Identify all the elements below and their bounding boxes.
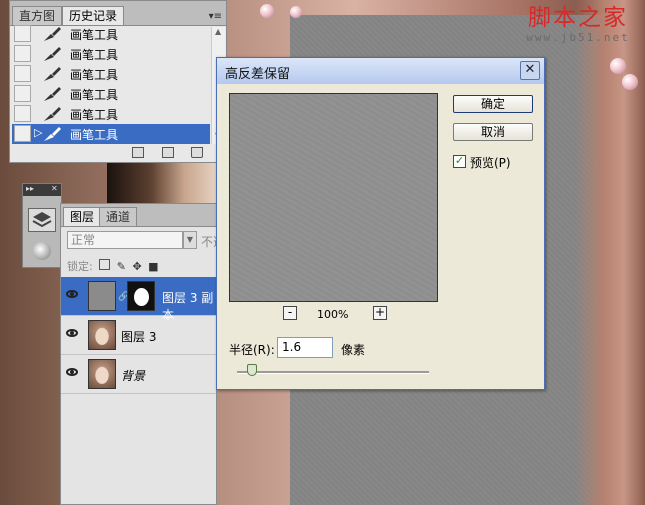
brush-icon [44, 67, 61, 81]
visibility-eye-icon[interactable] [66, 368, 78, 376]
layer-mask-thumbnail[interactable] [127, 281, 155, 311]
expand-icon[interactable]: ▸▸ [26, 184, 34, 193]
visibility-eye-icon[interactable] [66, 290, 78, 298]
pearl-bead [290, 6, 302, 18]
channels-panel-icon[interactable] [33, 242, 51, 260]
dialog-titlebar[interactable]: 高反差保留 ✕ [217, 58, 544, 84]
radius-unit-label: 像素 [341, 343, 366, 357]
zoom-out-button[interactable]: - [283, 306, 297, 320]
watermark-url: www.jb51.net [526, 31, 630, 44]
chevron-down-icon[interactable]: ▼ [183, 231, 197, 249]
radius-label: 半径(R): [229, 343, 275, 357]
scroll-up-icon[interactable]: ▲ [215, 27, 221, 36]
layer-name: 图层 3 [121, 330, 157, 344]
snapshot-source-checkbox[interactable] [14, 25, 31, 42]
high-pass-dialog: 高反差保留 ✕ - 100% + 确定 取消 ✓ 预览(P) 半径(R): 1.… [216, 57, 545, 390]
brush-icon [44, 127, 61, 141]
lock-all-icon[interactable]: ■ [148, 260, 158, 273]
layer-row[interactable]: 背景 [61, 355, 216, 394]
layer-row-selected[interactable]: 🔗 图层 3 副本 [61, 277, 216, 322]
new-snapshot-icon[interactable] [162, 147, 174, 158]
history-item-label: 画笔工具 [70, 28, 119, 42]
lock-position-icon[interactable]: ✥ [132, 260, 141, 273]
brush-icon [44, 107, 61, 121]
layers-stack-icon [32, 212, 52, 228]
layer-thumbnail [88, 281, 116, 311]
site-watermark: 脚本之家 www.jb51.net [515, 5, 641, 44]
history-item[interactable]: 画笔工具 [12, 104, 210, 124]
brush-icon [44, 27, 61, 41]
tab-layers[interactable]: 图层 [63, 207, 102, 226]
history-panel-tabbar: 直方图 历史记录 ▾≡ [10, 1, 226, 26]
pearl-bead [260, 4, 274, 18]
dialog-title: 高反差保留 [225, 67, 291, 82]
panel-menu-icon[interactable]: ▾≡ [209, 11, 222, 22]
photo-preview-strip [107, 163, 217, 203]
history-item[interactable]: 画笔工具 [12, 84, 210, 104]
history-footer [10, 144, 226, 162]
zoom-level: 100% [317, 308, 349, 321]
layer-name: 背景 [121, 369, 146, 383]
preview-checkbox-label: 预览(P) [470, 156, 511, 170]
radius-input[interactable]: 1.6 [277, 337, 333, 358]
brush-icon [44, 47, 61, 61]
filter-preview[interactable] [229, 93, 438, 302]
history-item-current[interactable]: ▷ 画笔工具 [12, 124, 210, 144]
layer-thumbnail [88, 320, 116, 350]
snapshot-source-checkbox[interactable] [14, 45, 31, 62]
zoom-in-button[interactable]: + [373, 306, 387, 320]
radius-slider-thumb[interactable] [247, 364, 257, 376]
history-item-label: 画笔工具 [70, 88, 119, 102]
snapshot-source-checkbox[interactable] [14, 105, 31, 122]
history-item[interactable]: 画笔工具 [12, 44, 210, 64]
history-item-label: 画笔工具 [70, 128, 119, 142]
tab-histogram[interactable]: 直方图 [12, 6, 63, 25]
layer-thumbnail [88, 359, 116, 389]
tab-history[interactable]: 历史记录 [62, 6, 125, 25]
history-item[interactable]: 画笔工具 [12, 64, 210, 84]
trash-icon[interactable] [191, 147, 203, 158]
history-item-label: 画笔工具 [70, 48, 119, 62]
blend-mode-select[interactable]: 正常 [67, 231, 183, 249]
preview-checkbox[interactable]: ✓ [453, 155, 466, 168]
watermark-title: 脚本之家 [528, 5, 628, 31]
cancel-button[interactable]: 取消 [453, 123, 533, 141]
lock-transparency-icon[interactable] [99, 259, 111, 270]
panel-dock: ▸▸ ✕ [22, 183, 62, 268]
lock-pixels-icon[interactable]: ✎ [117, 260, 126, 273]
layer-row[interactable]: 图层 3 [61, 316, 216, 355]
tab-channels[interactable]: 通道 [99, 207, 138, 226]
lock-label: 锁定: [67, 260, 93, 273]
layers-panel-icon[interactable] [28, 208, 56, 232]
layers-panel: 图层 通道 正常 ▼ 不透 锁定: ✎ ✥ ■ 🔗 图层 3 副本 图层 3 背… [60, 203, 225, 505]
history-item-label: 画笔工具 [70, 68, 119, 82]
pearl-bead [610, 58, 626, 74]
brush-icon [44, 87, 61, 101]
history-panel: 直方图 历史记录 ▾≡ 画笔工具 画笔工具 画笔工具 画笔工具 画笔工具 ▷ 画… [9, 0, 227, 163]
visibility-eye-icon[interactable] [66, 329, 78, 337]
snapshot-source-checkbox[interactable] [14, 85, 31, 102]
pearl-bead [622, 74, 638, 90]
layers-panel-tabbar: 图层 通道 [61, 204, 216, 227]
snapshot-source-checkbox[interactable] [14, 65, 31, 82]
new-document-from-state-icon[interactable] [132, 147, 144, 158]
history-item[interactable]: 画笔工具 [12, 24, 210, 44]
close-icon[interactable]: ✕ [51, 184, 58, 193]
mask-face-shape [134, 288, 149, 306]
lock-row: 锁定: ✎ ✥ ■ [67, 258, 159, 274]
close-icon[interactable]: ✕ [520, 61, 540, 80]
radius-slider-track[interactable] [237, 371, 429, 374]
ok-button[interactable]: 确定 [453, 95, 533, 113]
snapshot-source-checkbox[interactable] [14, 125, 31, 142]
history-item-label: 画笔工具 [70, 108, 119, 122]
dock-titlebar[interactable]: ▸▸ ✕ [23, 184, 61, 196]
